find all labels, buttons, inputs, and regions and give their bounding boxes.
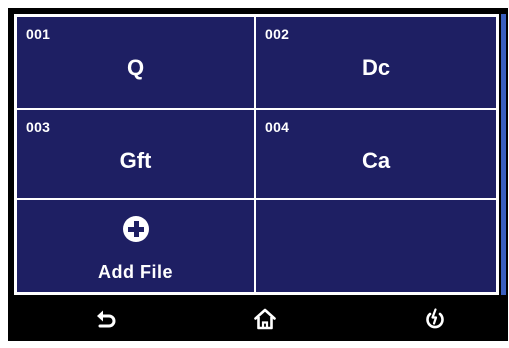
file-tile-003[interactable]: 003 Gft — [17, 110, 254, 198]
file-name: Dc — [361, 55, 391, 80]
file-name: Gft — [119, 148, 152, 173]
file-number: 004 — [265, 119, 290, 135]
file-tile-004[interactable]: 004 Ca — [256, 110, 496, 198]
add-file-button[interactable]: Add File — [17, 200, 254, 292]
scrollbar[interactable] — [501, 14, 506, 295]
file-tile-002[interactable]: 002 Dc — [256, 17, 496, 108]
file-number: 003 — [26, 119, 51, 135]
file-grid: 001 Q 002 Dc 003 Gft 004 Ca Add File — [14, 14, 499, 295]
back-arrow-icon — [97, 310, 116, 328]
screen: 001 Q 002 Dc 003 Gft 004 Ca Add File — [8, 8, 508, 341]
bottom-toolbar — [8, 297, 508, 341]
file-name: Ca — [361, 148, 391, 173]
power-button[interactable] — [405, 297, 465, 341]
add-file-label: Add File — [98, 262, 173, 282]
empty-file-slot — [256, 200, 496, 292]
file-number: 002 — [265, 26, 290, 42]
scrollbar-thumb[interactable] — [501, 14, 506, 295]
home-icon — [254, 308, 276, 330]
power-icon — [426, 308, 444, 329]
back-button[interactable] — [76, 297, 136, 341]
home-button[interactable] — [235, 297, 295, 341]
plus-circle-icon — [122, 216, 149, 242]
file-name: Q — [126, 55, 145, 80]
file-number: 001 — [26, 26, 51, 42]
file-tile-001[interactable]: 001 Q — [17, 17, 254, 108]
